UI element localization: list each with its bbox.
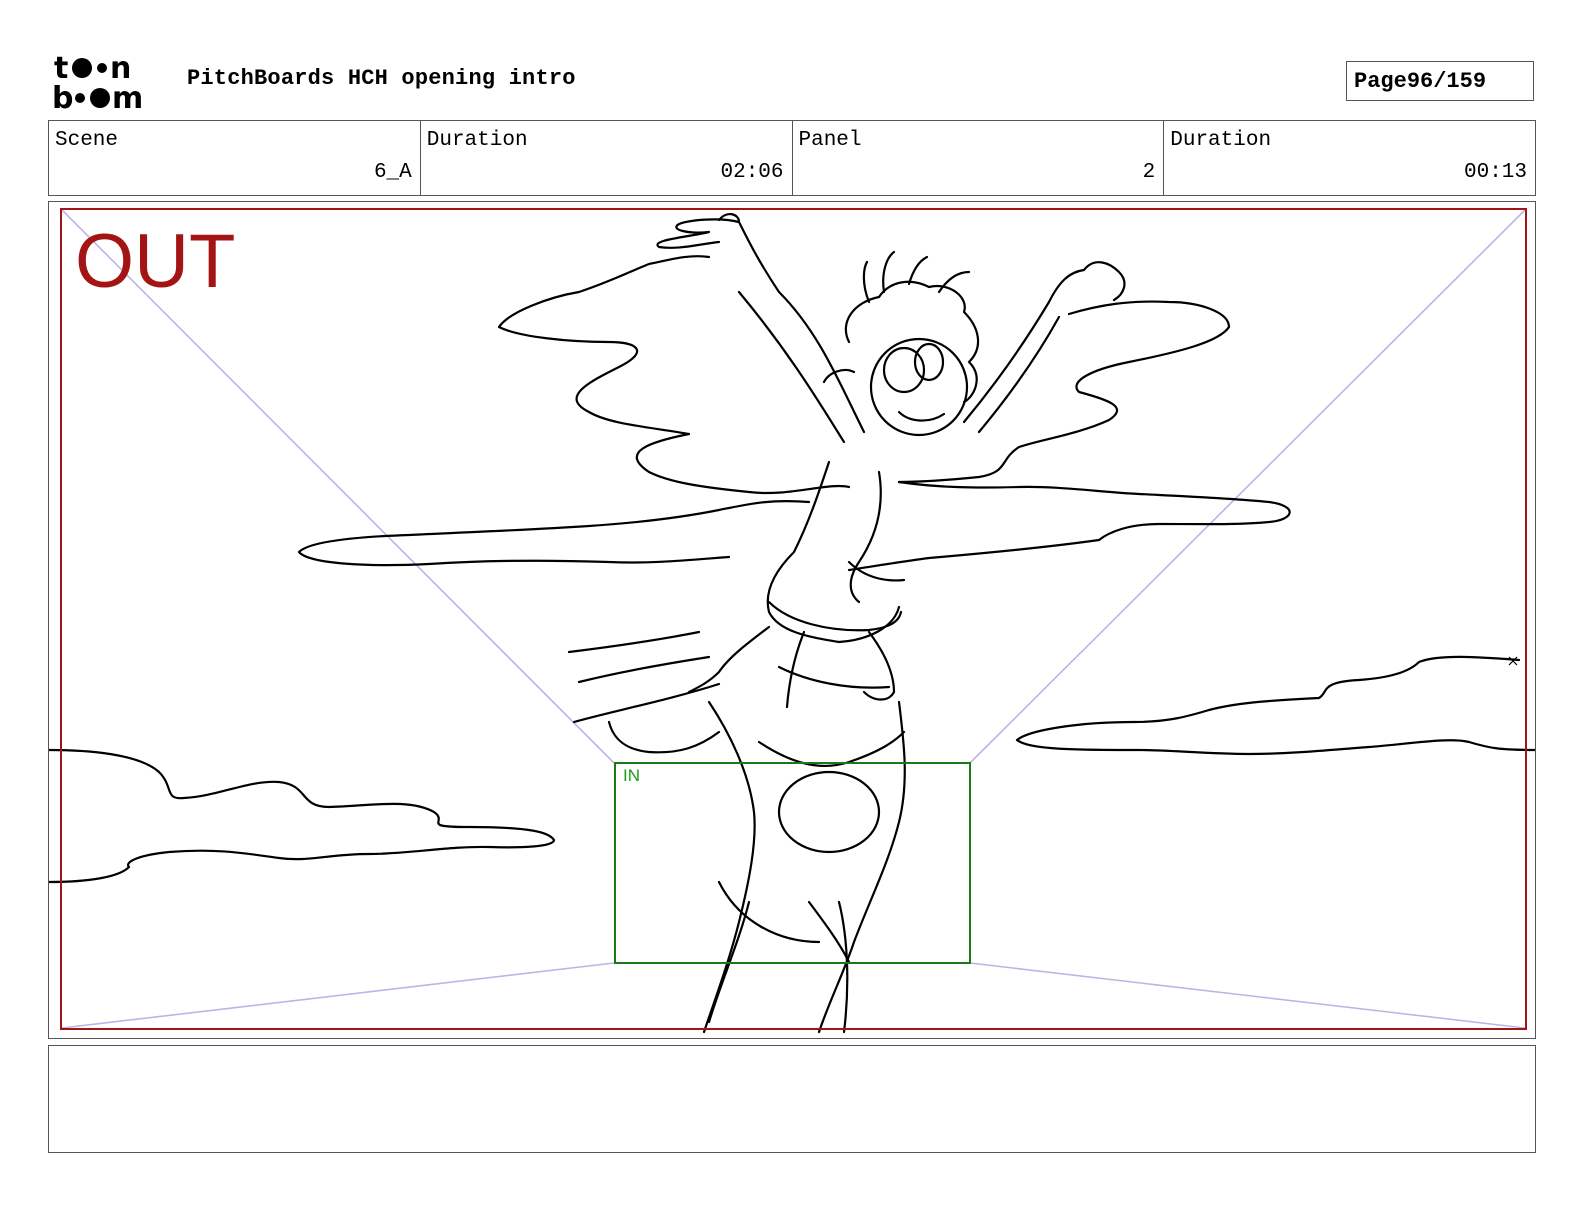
page-label: Page: [1354, 68, 1407, 94]
out-frame-label: OUT: [75, 219, 236, 304]
panel-duration-label: Duration: [1170, 129, 1272, 152]
svg-text:b: b: [52, 81, 73, 112]
toonboom-logo: t n b m: [52, 51, 143, 112]
character-sketch: [567, 213, 1126, 1034]
page-number: 96/159: [1406, 68, 1487, 94]
panel-notes-box[interactable]: [48, 1045, 1536, 1153]
in-frame-label: IN: [623, 766, 640, 785]
scene-info-row: Scene 6_A Duration 02:06 Panel 2 Duratio…: [48, 120, 1536, 196]
panel-duration-cell: Duration 00:13: [1164, 121, 1535, 195]
panel-duration-value: 00:13: [1463, 161, 1527, 184]
panel-value: 2: [1142, 161, 1156, 184]
frame-marker: [1508, 656, 1518, 666]
scene-duration-cell: Duration 02:06: [421, 121, 793, 195]
svg-text:m: m: [112, 81, 143, 112]
scene-value: 6_A: [373, 161, 412, 184]
panel-drawing: [49, 208, 1535, 1034]
scene-duration-label: Duration: [426, 129, 528, 152]
scene-cell: Scene 6_A: [49, 121, 421, 195]
panel-cell: Panel 2: [793, 121, 1165, 195]
storyboard-panel: OUT IN: [48, 201, 1536, 1039]
document-title: PitchBoards HCH opening intro: [187, 66, 576, 91]
cloud-sketches: [49, 255, 1535, 884]
scene-label: Scene: [55, 129, 119, 152]
page-indicator: Page 96/159: [1346, 61, 1534, 101]
scene-duration-value: 02:06: [720, 161, 784, 184]
panel-label: Panel: [798, 129, 862, 152]
